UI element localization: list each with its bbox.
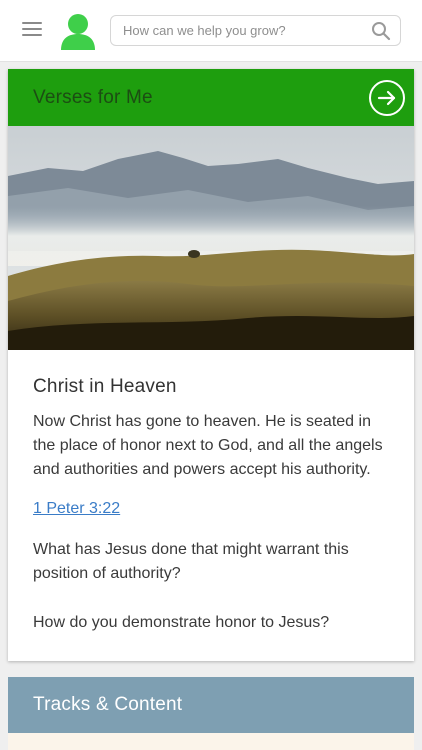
arrow-right-circle-icon[interactable] bbox=[369, 80, 405, 116]
reflection-question: What has Jesus done that might warrant t… bbox=[33, 541, 349, 582]
reflection-question: How do you demonstrate honor to Jesus? bbox=[33, 614, 330, 631]
tracks-content-body bbox=[8, 733, 414, 750]
hamburger-menu-icon[interactable] bbox=[22, 22, 44, 38]
tracks-content-header[interactable]: Tracks & Content bbox=[8, 677, 414, 733]
top-bar bbox=[0, 0, 422, 62]
search-bar bbox=[110, 15, 401, 46]
search-icon[interactable] bbox=[371, 21, 391, 41]
verse-title: Christ in Heaven bbox=[33, 376, 177, 397]
verses-for-me-header[interactable]: Verses for Me bbox=[8, 69, 414, 126]
user-avatar-icon[interactable] bbox=[60, 12, 96, 52]
verse-card: Verses for Me Christ in Heaven Now Chris… bbox=[8, 69, 414, 661]
tracks-title: Tracks & Content bbox=[33, 694, 183, 715]
mountain-landscape-photo bbox=[8, 126, 414, 350]
search-input[interactable] bbox=[123, 16, 363, 45]
card-title: Verses for Me bbox=[33, 87, 153, 108]
verse-reference-link[interactable]: 1 Peter 3:22 bbox=[33, 500, 120, 518]
verse-text: Now Christ has gone to heaven. He is sea… bbox=[33, 413, 383, 478]
